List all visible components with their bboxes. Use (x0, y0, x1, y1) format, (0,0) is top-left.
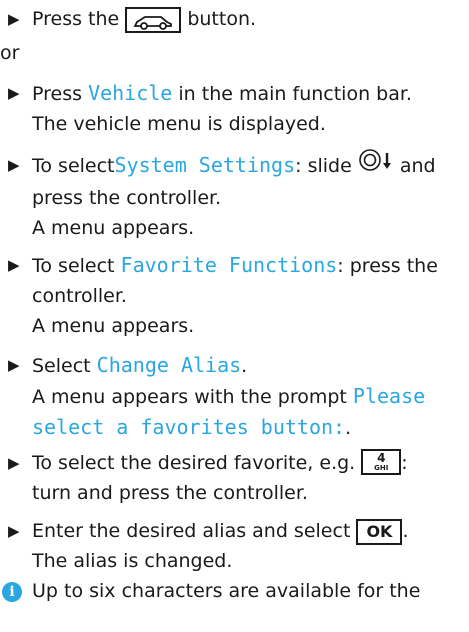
step-text: To select (32, 255, 115, 277)
step-text: . (345, 417, 352, 439)
step-text: Enter the desired alias and select (32, 520, 351, 542)
prompt-term-please: Please (352, 384, 426, 408)
step-select-favorite: ▶ To select the desired favorite, e.g. 4… (0, 448, 469, 508)
triangle-right-icon: ▶ (8, 256, 20, 274)
triangle-right-icon: ▶ (8, 454, 20, 472)
step-text: : slide (295, 155, 352, 177)
triangle-right-icon: ▶ (8, 10, 20, 28)
step-text: button. (187, 8, 257, 30)
step-text: press the controller. (32, 187, 222, 209)
step-text: Select (32, 355, 91, 377)
triangle-right-icon: ▶ (8, 356, 20, 374)
car-icon (125, 6, 182, 33)
step-select-favorite-functions: ▶ To select Favorite Functions: press th… (0, 250, 469, 341)
step-result-text: The vehicle menu is displayed. (32, 113, 326, 135)
menu-term-favorite-functions: Favorite Functions (120, 253, 338, 277)
step-text: To select (32, 155, 115, 177)
triangle-right-icon: ▶ (8, 522, 20, 540)
step-result-text: A menu appears. (32, 217, 195, 239)
ok-button-icon: OK (356, 518, 403, 545)
info-icon: i (2, 582, 22, 602)
note-text: Up to six characters are available for t… (32, 580, 421, 602)
or-separator: or (0, 42, 20, 64)
step-text: and (399, 155, 436, 177)
step-result-text: The alias is changed. (32, 550, 233, 572)
step-result-text: A menu appears with the prompt (32, 386, 347, 408)
button-number: 4 (377, 450, 386, 465)
triangle-right-icon: ▶ (8, 156, 20, 174)
step-press-vehicle-button: ▶ Press the button. (0, 4, 469, 34)
step-text: in the main function bar. (178, 83, 412, 105)
step-select-change-alias: ▶ Select Change Alias. A menu appears wi… (0, 350, 469, 443)
prompt-term-select-favorites: select a favorites button: (32, 415, 346, 439)
favorite-button-4-icon: 4 GHI (361, 448, 402, 475)
step-text: : (401, 452, 408, 474)
step-text: . (241, 355, 248, 377)
info-note-block: i Up to six characters are available for… (0, 577, 469, 605)
triangle-right-icon: ▶ (8, 84, 20, 102)
step-result-text: A menu appears. (32, 315, 195, 337)
controller-slide-icon (358, 148, 394, 181)
button-letters: GHI (374, 463, 389, 472)
menu-term-vehicle: Vehicle (88, 81, 173, 105)
menu-term-change-alias: Change Alias (96, 353, 242, 377)
step-press-vehicle: ▶ Press Vehicle in the main function bar… (0, 78, 469, 139)
menu-term-system-settings: System Settings (114, 153, 296, 177)
step-select-system-settings: ▶ To selectSystem Settings: slide and pr… (0, 148, 469, 243)
instruction-page: ▶ Press the button. or ▶ Press Vehicle i… (0, 0, 469, 632)
step-text: Press (32, 83, 83, 105)
step-text: To select the desired favorite, e.g. (32, 452, 356, 474)
step-text: turn and press the controller. (32, 482, 308, 504)
step-text: Press the (32, 8, 120, 30)
step-text: : press the (337, 255, 438, 277)
step-text: controller. (32, 285, 127, 307)
step-enter-alias: ▶ Enter the desired alias and select OK.… (0, 516, 469, 576)
step-text: . (402, 520, 409, 542)
